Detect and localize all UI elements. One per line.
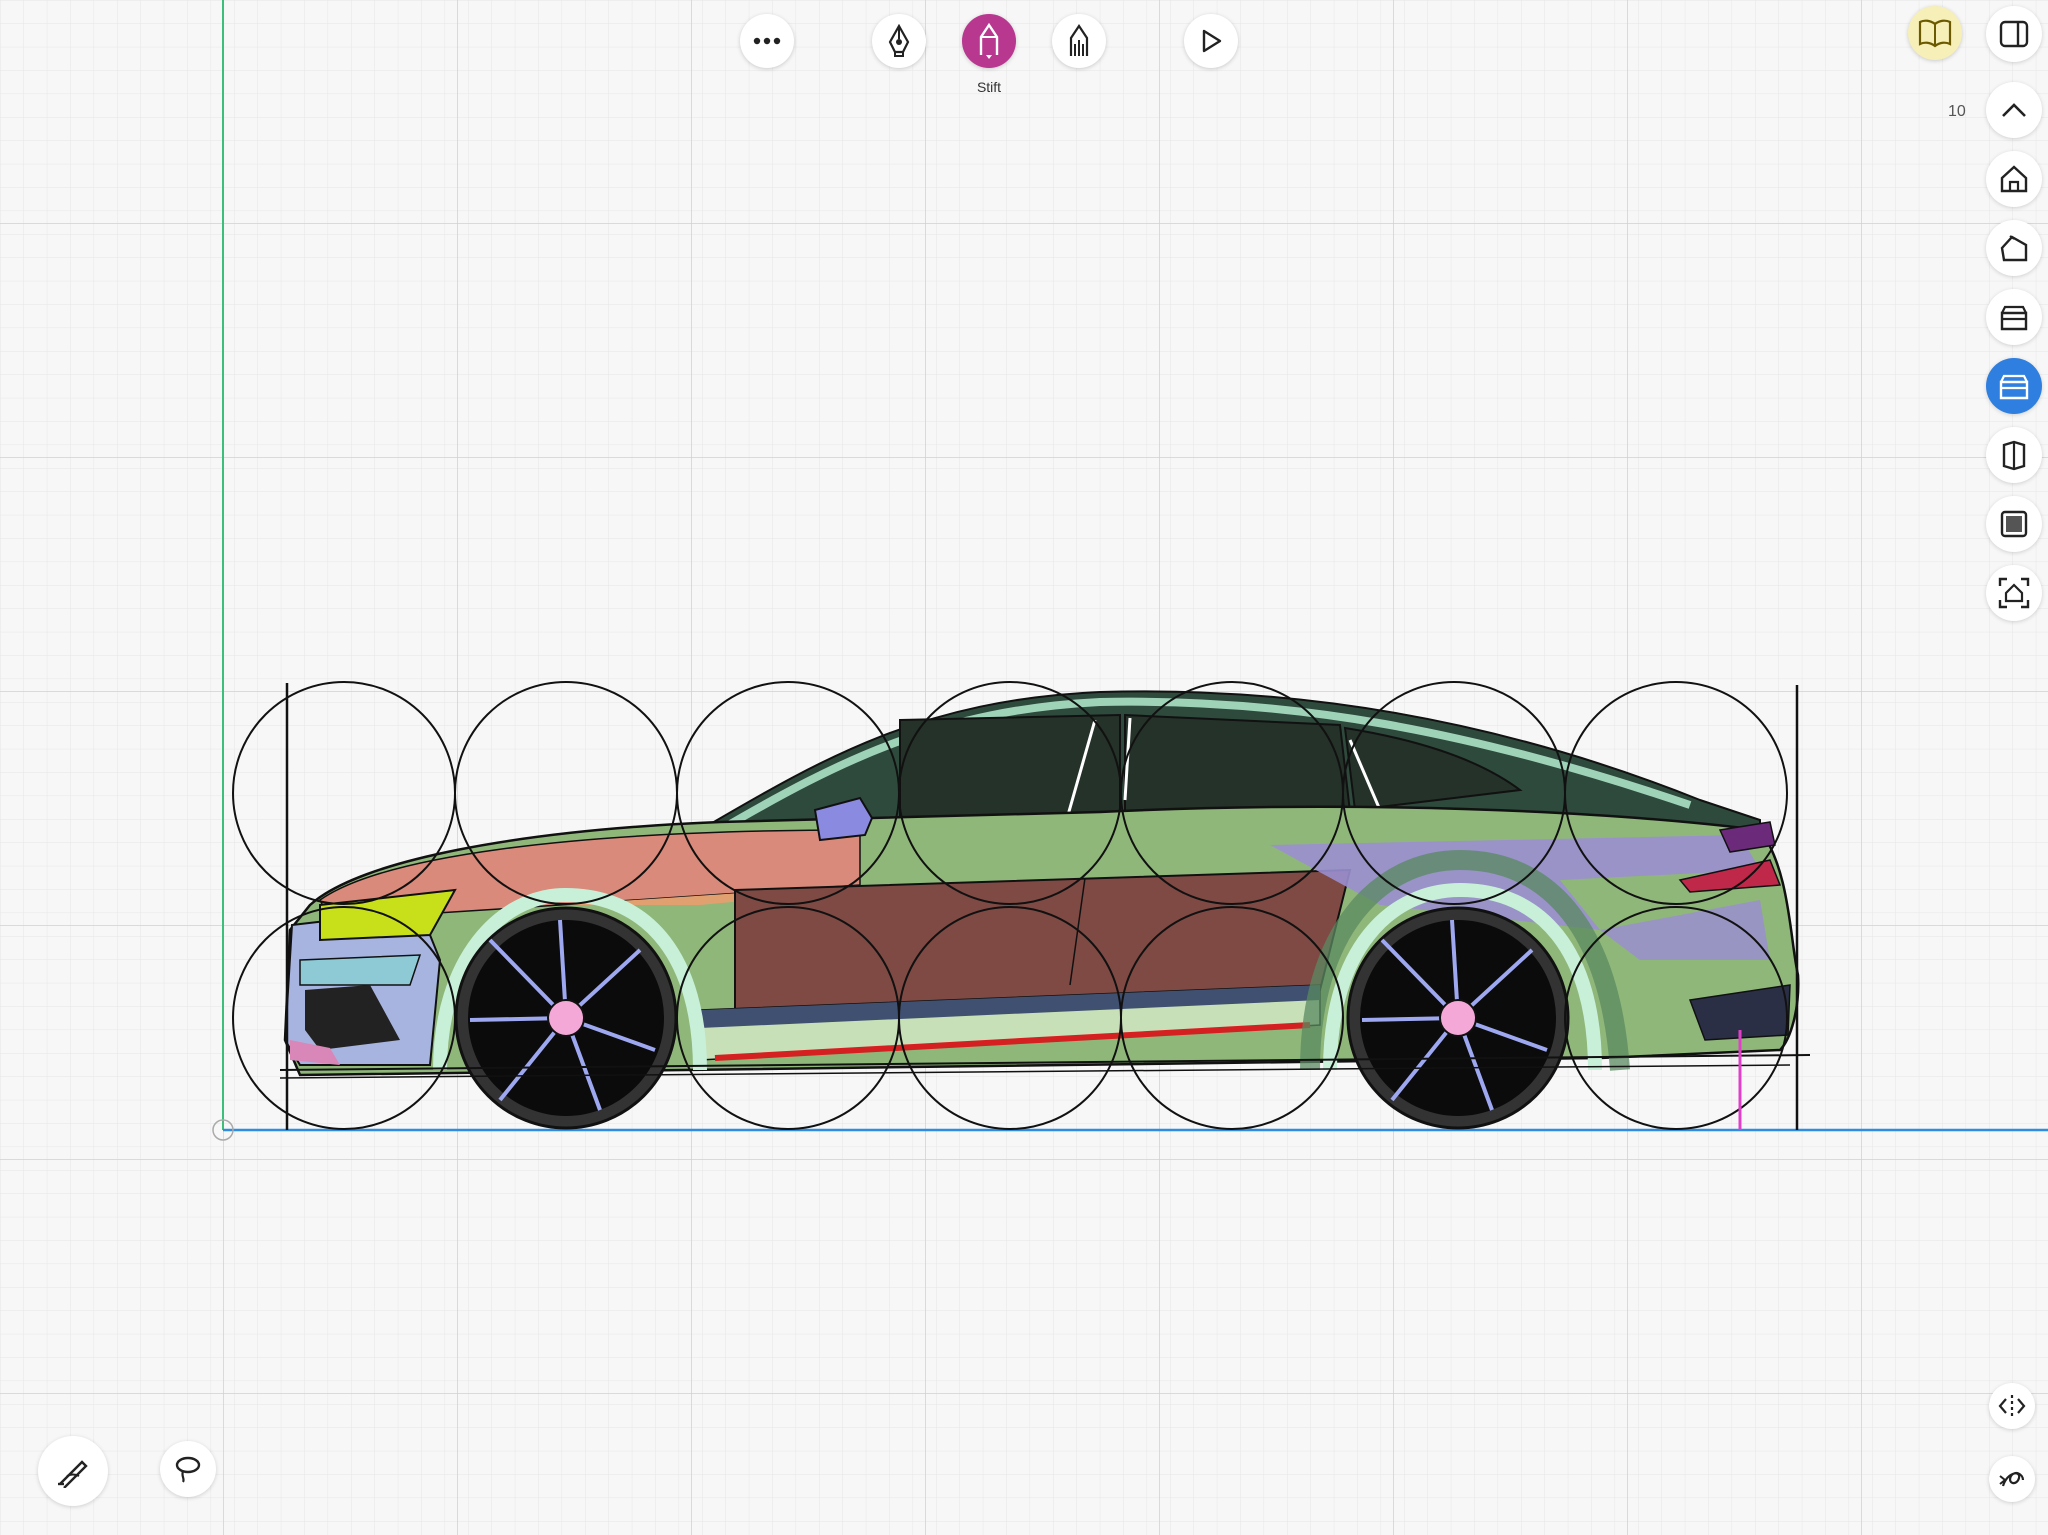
more-icon: [753, 37, 781, 45]
more-button[interactable]: [740, 14, 794, 68]
active-tool-label: Stift: [976, 79, 1002, 95]
sidebar-panel-icon: [1999, 20, 2029, 48]
book-icon: [1918, 19, 1952, 48]
box-side-icon: [1999, 374, 2029, 400]
chevron-up-icon: [2002, 103, 2026, 117]
view-box-front-button[interactable]: [1986, 289, 2042, 345]
view-front-button[interactable]: [1986, 151, 2042, 207]
pen-sign-icon: [58, 1460, 88, 1488]
view-frame-home-button[interactable]: [1986, 565, 2042, 621]
frame-home-icon: [1998, 577, 2030, 609]
box-front-icon: [2000, 305, 2028, 331]
view-box-half-button[interactable]: [1986, 427, 2042, 483]
play-button[interactable]: [1184, 14, 1238, 68]
fountain-pen-icon: [888, 24, 910, 57]
book-button[interactable]: [1908, 6, 1962, 60]
rear-wheel: [1346, 906, 1570, 1130]
gesture-button[interactable]: [1989, 1456, 2035, 1502]
sidebar-toggle-button[interactable]: [1986, 6, 2042, 62]
pencil-tool-button[interactable]: [962, 14, 1016, 68]
front-wheel: [454, 906, 678, 1130]
box-half-icon: [2002, 440, 2026, 471]
cube-icon: [2000, 510, 2028, 538]
pencil-icon: [979, 23, 999, 59]
marker-tool-button[interactable]: [1052, 14, 1106, 68]
lasso-button[interactable]: [160, 1441, 216, 1497]
symmetry-button[interactable]: [1989, 1383, 2035, 1429]
view-perspective-button[interactable]: [1986, 220, 2042, 276]
collapse-views-button[interactable]: [1986, 82, 2042, 138]
gesture-icon: [1999, 1471, 2025, 1487]
drawing-canvas[interactable]: [0, 0, 2048, 1535]
home-perspective-icon: [2000, 235, 2028, 262]
lasso-icon: [175, 1456, 201, 1483]
home-front-icon: [2000, 165, 2028, 193]
marker-icon: [1069, 24, 1089, 56]
view-cube-button[interactable]: [1986, 496, 2042, 552]
zoom-level: 10: [1948, 103, 1966, 120]
pen-tool-button[interactable]: [872, 14, 926, 68]
pen-sign-button[interactable]: [38, 1436, 108, 1506]
symmetry-icon: [1998, 1395, 2026, 1417]
play-icon: [1202, 29, 1222, 53]
view-box-side-button[interactable]: [1986, 358, 2042, 414]
